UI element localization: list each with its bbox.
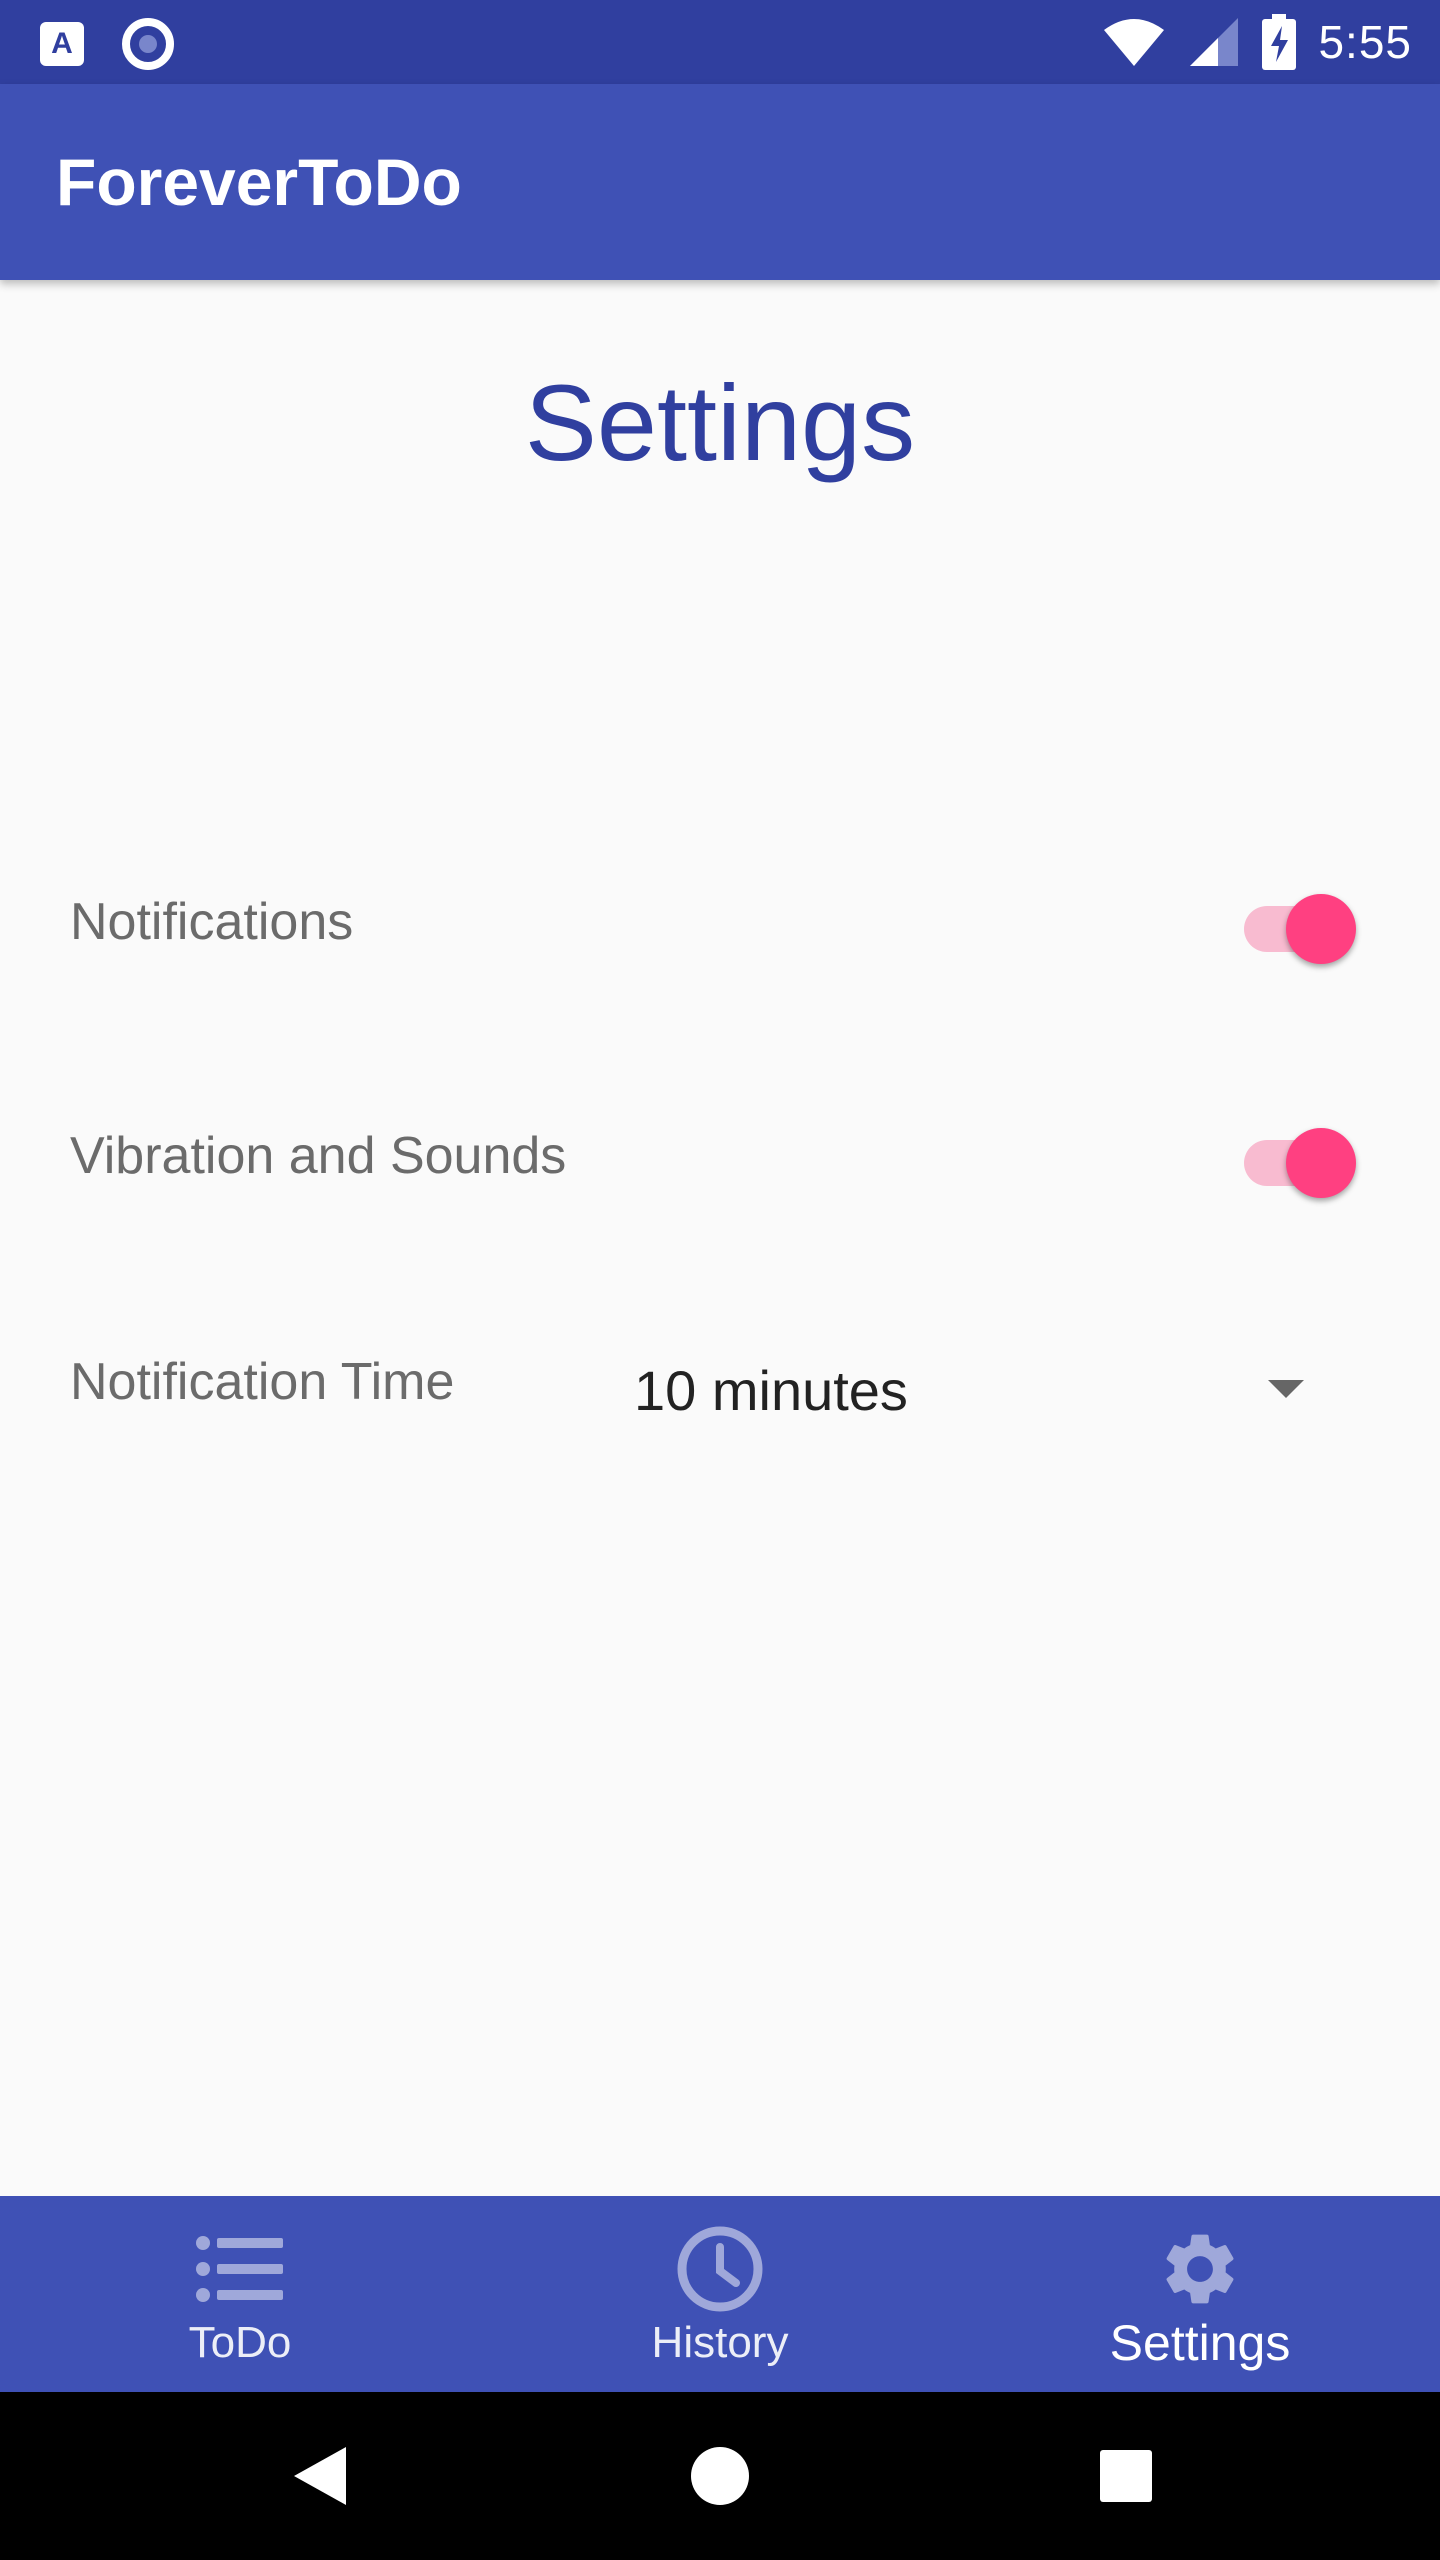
battery-charging-icon bbox=[1262, 14, 1297, 70]
screen: A 5:55 ForeverToDo Settings Notification… bbox=[0, 0, 1440, 2560]
notifications-label: Notifications bbox=[70, 893, 354, 951]
notification-time-value: 10 minutes bbox=[634, 1359, 908, 1422]
bottom-navigation: ToDo History Settings bbox=[0, 2196, 1440, 2392]
status-bar-left: A bbox=[40, 18, 174, 70]
nav-label-settings: Settings bbox=[1109, 2315, 1291, 2371]
status-bar: A 5:55 bbox=[0, 0, 1440, 84]
switch-thumb bbox=[1286, 894, 1356, 964]
list-icon bbox=[0, 2224, 480, 2314]
back-icon[interactable] bbox=[270, 2392, 370, 2560]
home-icon[interactable] bbox=[670, 2392, 770, 2560]
status-bar-right: 5:55 bbox=[1102, 14, 1412, 70]
vibration-sounds-switch[interactable] bbox=[1240, 1116, 1360, 1198]
clock-time: 5:55 bbox=[1318, 16, 1412, 68]
nav-label-todo: ToDo bbox=[188, 2318, 292, 2367]
notification-time-label: Notification Time bbox=[70, 1353, 455, 1411]
gear-icon bbox=[960, 2224, 1440, 2314]
nav-item-todo[interactable]: ToDo bbox=[0, 2196, 480, 2392]
nav-item-history[interactable]: History bbox=[480, 2196, 960, 2392]
app-title: ForeverToDo bbox=[56, 145, 462, 219]
dropdown-arrow-icon bbox=[1268, 1380, 1304, 1398]
app-bar: ForeverToDo bbox=[0, 84, 1440, 280]
page-title: Settings bbox=[524, 362, 916, 483]
cell-signal-icon bbox=[1190, 18, 1239, 66]
system-navigation-bar bbox=[0, 2392, 1440, 2560]
notification-time-dropdown[interactable]: 10 minutes bbox=[620, 1340, 1340, 1440]
switch-thumb bbox=[1286, 1128, 1356, 1198]
wifi-icon bbox=[1104, 19, 1165, 66]
a-keyboard-icon: A bbox=[40, 22, 84, 66]
nav-label-history: History bbox=[651, 2318, 789, 2367]
clock-icon bbox=[480, 2224, 960, 2314]
recents-icon[interactable] bbox=[1076, 2392, 1176, 2560]
nav-item-settings[interactable]: Settings bbox=[960, 2196, 1440, 2392]
vibration-sounds-label: Vibration and Sounds bbox=[70, 1127, 567, 1185]
circle-record-icon bbox=[122, 18, 174, 70]
notifications-switch[interactable] bbox=[1240, 882, 1360, 964]
